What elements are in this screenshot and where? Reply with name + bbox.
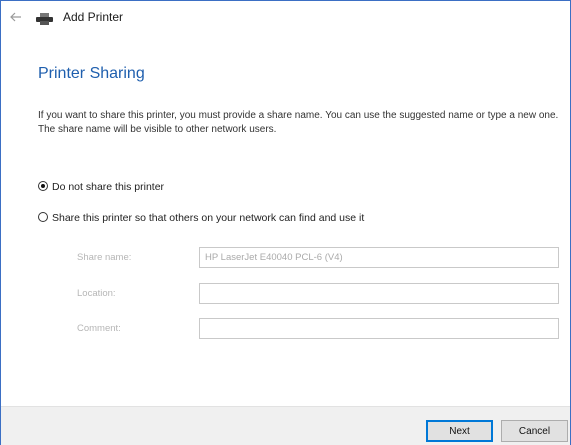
cancel-button[interactable]: Cancel — [501, 420, 568, 442]
comment-label: Comment: — [77, 323, 121, 334]
share-printer-radio[interactable] — [38, 212, 48, 222]
page-description: If you want to share this printer, you m… — [38, 110, 559, 135]
location-label: Location: — [77, 288, 116, 299]
share-printer-label[interactable]: Share this printer so that others on you… — [52, 212, 364, 224]
do-not-share-label[interactable]: Do not share this printer — [52, 181, 164, 193]
back-arrow-icon[interactable] — [9, 10, 23, 24]
share-name-field[interactable] — [199, 247, 559, 268]
do-not-share-radio[interactable] — [38, 181, 48, 191]
title-bar: Add Printer — [1, 1, 570, 33]
comment-field[interactable] — [199, 318, 559, 339]
share-name-label: Share name: — [77, 252, 132, 263]
window-title: Add Printer — [63, 10, 124, 24]
page-title: Printer Sharing — [38, 65, 145, 82]
printer-icon — [35, 12, 55, 25]
add-printer-window: Add Printer Printer Sharing If you want … — [0, 0, 571, 445]
dialog-footer: Next Cancel — [1, 406, 570, 445]
location-field[interactable] — [199, 283, 559, 304]
next-button[interactable]: Next — [426, 420, 493, 442]
